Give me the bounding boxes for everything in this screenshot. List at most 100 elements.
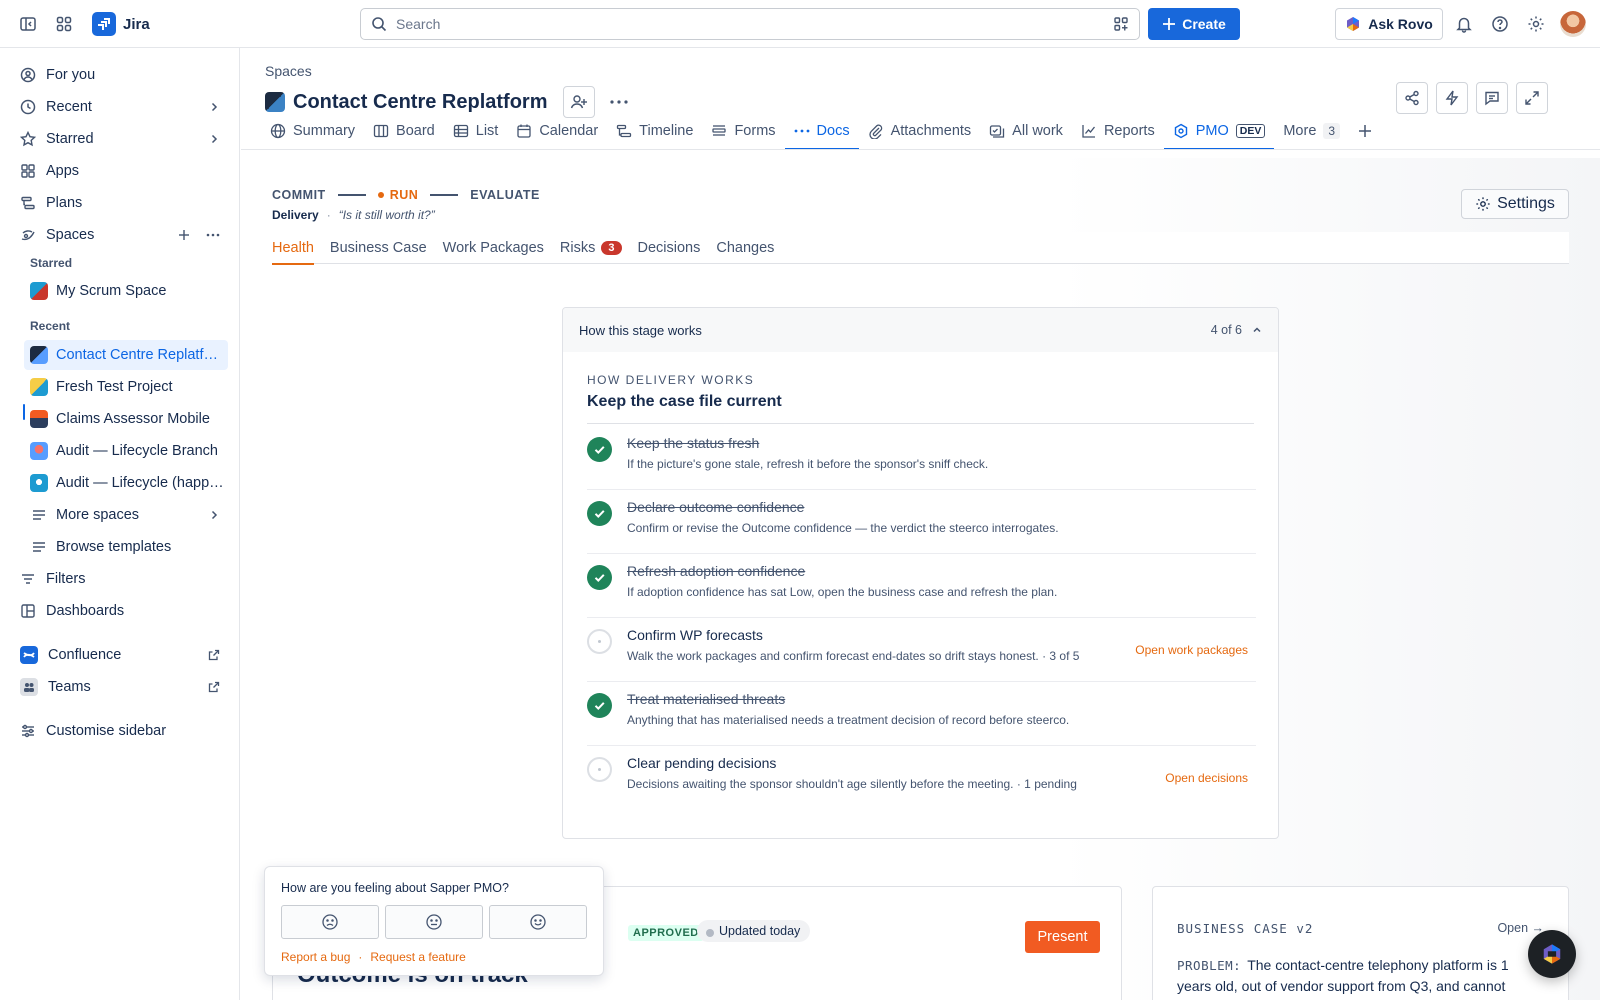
plus-icon[interactable] <box>178 229 190 241</box>
add-tab-button[interactable] <box>1349 120 1381 150</box>
present-button[interactable]: Present <box>1025 921 1100 953</box>
sidebar-browse-templates[interactable]: Browse templates <box>24 532 228 562</box>
sidebar-project-my-scrum-space[interactable]: My Scrum Space <box>24 276 228 306</box>
tab-docs[interactable]: Docs <box>784 120 859 150</box>
stage-step-commit[interactable]: COMMIT <box>272 188 326 202</box>
tab-calendar[interactable]: Calendar <box>507 120 607 150</box>
more-icon[interactable] <box>206 233 220 237</box>
feedback-question: How are you feeling about Sapper PMO? <box>281 881 509 895</box>
request-feature-link[interactable]: Request a feature <box>370 950 465 964</box>
subtab-health[interactable]: Health <box>272 232 314 265</box>
tab-list[interactable]: List <box>444 120 508 150</box>
project-more-button[interactable] <box>603 86 635 118</box>
settings-gear-icon[interactable] <box>1520 8 1552 40</box>
report-bug-link[interactable]: Report a bug <box>281 950 350 964</box>
subtab-business-case[interactable]: Business Case <box>330 232 427 264</box>
stage-guide-kicker: HOW DELIVERY WORKS <box>587 373 755 387</box>
business-case-open-link[interactable]: Open → <box>1497 921 1544 935</box>
clock-icon <box>20 99 36 115</box>
sidebar-item-label: Teams <box>48 679 91 695</box>
notifications-icon[interactable] <box>1448 8 1480 40</box>
subtab-work-packages[interactable]: Work Packages <box>443 232 544 264</box>
tab-timeline[interactable]: Timeline <box>607 120 702 150</box>
automation-button[interactable] <box>1436 82 1468 114</box>
feedback-button[interactable] <box>1476 82 1508 114</box>
tab-label: Docs <box>816 123 850 139</box>
top-navigation-bar: Jira Search Create Ask Rovo <box>0 0 1600 48</box>
pmo-settings-button[interactable]: Settings <box>1461 189 1569 219</box>
checklist-item-description: If adoption confidence has sat Low, open… <box>627 585 1058 599</box>
feedback-icon <box>1485 91 1499 106</box>
stage-step-evaluate[interactable]: EVALUATE <box>470 188 540 202</box>
tab-summary[interactable]: Summary <box>261 120 364 150</box>
user-avatar[interactable] <box>1560 11 1586 37</box>
sidebar-item-recent[interactable]: Recent <box>8 92 228 122</box>
sidebar-item-dashboards[interactable]: Dashboards <box>8 596 228 626</box>
checklist-item[interactable]: Clear pending decisions Decisions awaitin… <box>587 745 1256 810</box>
checkmark-done-icon[interactable] <box>587 565 612 590</box>
sidebar-project-contact-centre[interactable]: Contact Centre Replatform <box>24 340 228 370</box>
sidebar-item-plans[interactable]: Plans <box>8 188 228 218</box>
checklist-item[interactable]: Treat materialised threats Anything that … <box>587 681 1256 746</box>
checkbox-pending-icon[interactable] <box>587 629 612 654</box>
sidebar-more-spaces[interactable]: More spaces <box>24 500 228 530</box>
help-icon[interactable] <box>1484 8 1516 40</box>
sidebar-item-starred[interactable]: Starred <box>8 124 228 154</box>
tab-reports[interactable]: Reports <box>1072 120 1164 150</box>
breadcrumb[interactable]: Spaces <box>265 63 312 79</box>
add-people-button[interactable] <box>563 86 596 118</box>
ask-rovo-button[interactable]: Ask Rovo <box>1335 8 1443 40</box>
subtab-label: Changes <box>716 240 775 256</box>
checkbox-pending-icon[interactable] <box>587 757 612 782</box>
share-button[interactable] <box>1396 82 1428 114</box>
tab-more[interactable]: More 3 <box>1274 120 1349 150</box>
sidebar-item-spaces[interactable]: Spaces <box>8 220 228 250</box>
sidebar-item-apps[interactable]: Apps <box>8 156 228 186</box>
create-button[interactable]: Create <box>1148 8 1240 40</box>
star-icon <box>20 131 36 147</box>
sidebar-item-filters[interactable]: Filters <box>8 564 228 594</box>
sidebar-project-audit-branch[interactable]: Audit — Lifecycle Branch <box>24 436 228 466</box>
tab-board[interactable]: Board <box>364 120 444 150</box>
filter-grid-icon[interactable] <box>1113 16 1129 32</box>
subtab-decisions[interactable]: Decisions <box>638 232 701 264</box>
feedback-neutral-button[interactable] <box>385 905 483 939</box>
checklist-item[interactable]: Keep the status fresh If the picture's go… <box>587 425 1256 490</box>
rovo-chat-button[interactable] <box>1528 930 1576 978</box>
subtab-changes[interactable]: Changes <box>716 232 774 264</box>
sidebar-project-claims-assessor[interactable]: Claims Assessor Mobile <box>24 404 228 434</box>
checklist-item[interactable]: Declare outcome confidence Confirm or rev… <box>587 489 1256 554</box>
search-input[interactable]: Search <box>360 8 1140 40</box>
sidebar-item-for-you[interactable]: For you <box>8 60 228 90</box>
jira-logo[interactable]: Jira <box>92 12 150 36</box>
feedback-happy-button[interactable] <box>489 905 587 939</box>
chevron-up-icon[interactable] <box>1252 325 1262 335</box>
stage-step-run[interactable]: RUN <box>378 188 419 202</box>
fullscreen-button[interactable] <box>1516 82 1548 114</box>
stage-guide-header[interactable]: How this stage works 4 of 6 <box>563 308 1278 352</box>
tab-all-work[interactable]: All work <box>980 120 1072 150</box>
sidebar-toggle-icon[interactable] <box>12 8 44 40</box>
feedback-sad-button[interactable] <box>281 905 379 939</box>
sidebar-starred-header: Starred <box>30 256 73 270</box>
app-switcher-icon[interactable] <box>48 8 80 40</box>
tab-pmo[interactable]: PMO DEV <box>1163 120 1275 150</box>
subtab-risks[interactable]: Risks 3 <box>560 232 622 264</box>
sidebar-project-audit-happy[interactable]: Audit — Lifecycle (happy path) <box>24 468 228 498</box>
sidebar-item-confluence[interactable]: Confluence <box>8 640 228 670</box>
sidebar-project-fresh-test[interactable]: Fresh Test Project <box>24 372 228 402</box>
jira-logo-icon <box>92 12 116 36</box>
checklist-item[interactable]: Confirm WP forecasts Walk the work packag… <box>587 617 1256 682</box>
checkmark-done-icon[interactable] <box>587 437 612 462</box>
checklist-item[interactable]: Refresh adoption confidence If adoption c… <box>587 553 1256 618</box>
checkmark-done-icon[interactable] <box>587 501 612 526</box>
sidebar-item-teams[interactable]: Teams <box>8 672 228 702</box>
tab-forms[interactable]: Forms <box>702 120 784 150</box>
checklist-item-link[interactable]: Open work packages <box>1135 643 1248 657</box>
sidebar-item-customise[interactable]: Customise sidebar <box>8 716 228 746</box>
tab-label: Reports <box>1103 123 1155 139</box>
stage-connector <box>337 194 366 196</box>
tab-attachments[interactable]: Attachments <box>859 120 981 150</box>
checkmark-done-icon[interactable] <box>587 693 612 718</box>
checklist-item-link[interactable]: Open decisions <box>1165 771 1248 785</box>
